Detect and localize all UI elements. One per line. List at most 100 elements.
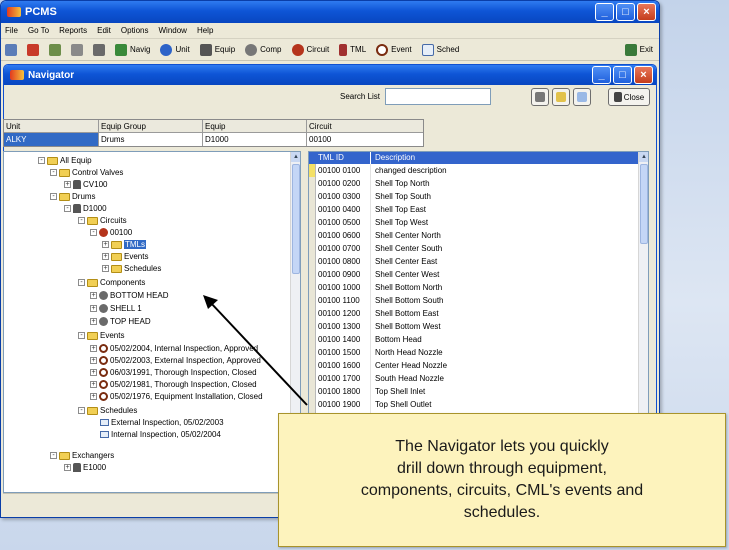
tree-node-event[interactable]: + 05/02/2004, Internal Inspection, Appro… bbox=[90, 343, 258, 354]
scroll-up-icon[interactable]: ▲ bbox=[639, 152, 648, 162]
print-icon[interactable] bbox=[71, 43, 83, 56]
tree-node-exchangers[interactable]: - Exchangers bbox=[50, 450, 114, 461]
cml-row[interactable]: 00100 1400 Bottom Head bbox=[309, 333, 648, 346]
collapse-toggle[interactable]: - bbox=[64, 205, 71, 212]
menu-window[interactable]: Window bbox=[158, 26, 186, 35]
cml-row[interactable]: 00100 0700 Shell Center South bbox=[309, 242, 648, 255]
cml-row[interactable]: 00100 1300 Shell Bottom West bbox=[309, 320, 648, 333]
cml-row[interactable]: 00100 0800 Shell Center East bbox=[309, 255, 648, 268]
tree-node-components[interactable]: - Components bbox=[78, 277, 145, 288]
collapse-toggle[interactable]: - bbox=[90, 229, 97, 236]
cml-row[interactable]: 00100 1700 South Head Nozzle bbox=[309, 372, 648, 385]
tree-node-event[interactable]: + 05/02/2003, External Inspection, Appro… bbox=[90, 355, 261, 366]
print-list-button[interactable] bbox=[531, 88, 549, 106]
delete-icon[interactable] bbox=[27, 43, 39, 56]
menu-reports[interactable]: Reports bbox=[59, 26, 87, 35]
tree-node-event[interactable]: + 05/02/1981, Thorough Inspection, Close… bbox=[90, 379, 257, 390]
close-navigator-button[interactable]: Close bbox=[608, 88, 650, 106]
tree-node-schedules[interactable]: + Schedules bbox=[102, 263, 161, 274]
navigator-minimize-button[interactable]: _ bbox=[592, 66, 611, 84]
toolbar-unit-button[interactable]: Unit bbox=[160, 43, 190, 56]
menu-file[interactable]: File bbox=[5, 26, 18, 35]
cml-row[interactable]: 00100 1800 Top Shell Inlet bbox=[309, 385, 648, 398]
collapse-toggle[interactable]: - bbox=[78, 407, 85, 414]
cml-row[interactable]: 00100 0300 Shell Top South bbox=[309, 190, 648, 203]
toolbar-comp-button[interactable]: Comp bbox=[245, 43, 282, 56]
expand-toggle[interactable]: + bbox=[90, 292, 97, 299]
tree-node-schedules-group[interactable]: - Schedules bbox=[78, 405, 137, 416]
expand-toggle[interactable]: + bbox=[64, 464, 71, 471]
cml-row[interactable]: 00100 1100 Shell Bottom South bbox=[309, 294, 648, 307]
collapse-toggle[interactable]: - bbox=[38, 157, 45, 164]
collapse-toggle[interactable]: - bbox=[50, 193, 57, 200]
tree-node-event[interactable]: + 06/03/1991, Thorough Inspection, Close… bbox=[90, 367, 257, 378]
toolbar-sched-button[interactable]: Sched bbox=[421, 43, 459, 56]
minimize-button[interactable]: _ bbox=[595, 3, 614, 21]
toolbar-tml-button[interactable]: TML bbox=[339, 43, 366, 56]
expand-toggle[interactable]: + bbox=[102, 241, 109, 248]
cml-row[interactable]: 00100 0600 Shell Center North bbox=[309, 229, 648, 242]
cml-row[interactable]: 00100 0900 Shell Center West bbox=[309, 268, 648, 281]
scroll-thumb[interactable] bbox=[292, 164, 300, 274]
toolbar-exit-button[interactable]: Exit bbox=[624, 43, 653, 56]
tree-node-top-head[interactable]: + TOP HEAD bbox=[90, 316, 151, 327]
tree-node-circuit-00100[interactable]: - 00100 bbox=[90, 227, 132, 238]
expand-toggle[interactable]: + bbox=[90, 318, 97, 325]
cml-row[interactable]: 00100 1000 Shell Bottom North bbox=[309, 281, 648, 294]
tree-node-shell1[interactable]: + SHELL 1 bbox=[90, 303, 142, 314]
tree-node-circuits[interactable]: - Circuits bbox=[78, 215, 127, 226]
grid-cell-equip-group[interactable]: Drums bbox=[99, 133, 203, 146]
expand-toggle[interactable]: + bbox=[90, 393, 97, 400]
save-icon[interactable] bbox=[93, 43, 105, 56]
cml-row[interactable]: 00100 1600 Center Head Nozzle bbox=[309, 359, 648, 372]
cml-row[interactable]: 00100 0100 changed description bbox=[309, 164, 648, 177]
cml-col-tml-id[interactable]: TML ID bbox=[309, 152, 371, 164]
toolbar-circuit-button[interactable]: Circuit bbox=[291, 43, 329, 56]
expand-toggle[interactable]: + bbox=[90, 345, 97, 352]
refresh-button[interactable] bbox=[573, 88, 591, 106]
expand-toggle[interactable]: + bbox=[90, 369, 97, 376]
menu-help[interactable]: Help bbox=[197, 26, 213, 35]
expand-toggle[interactable]: + bbox=[102, 253, 109, 260]
collapse-toggle[interactable]: - bbox=[50, 452, 57, 459]
tree-node-events-group[interactable]: - Events bbox=[78, 330, 124, 341]
toolbar-equip-button[interactable]: Equip bbox=[199, 43, 235, 56]
toolbar-event-button[interactable]: Event bbox=[376, 43, 412, 56]
tree-node-events[interactable]: + Events bbox=[102, 251, 148, 262]
tree-node-d1000[interactable]: - D1000 bbox=[64, 203, 107, 214]
grid-cell-unit[interactable]: ALKY bbox=[4, 133, 99, 146]
menu-goto[interactable]: Go To bbox=[28, 26, 49, 35]
expand-toggle[interactable]: + bbox=[90, 305, 97, 312]
collapse-toggle[interactable]: - bbox=[50, 169, 57, 176]
menu-options[interactable]: Options bbox=[121, 26, 149, 35]
cml-row[interactable]: 00100 1500 North Head Nozzle bbox=[309, 346, 648, 359]
cml-row[interactable]: 00100 0400 Shell Top East bbox=[309, 203, 648, 216]
expand-toggle[interactable]: + bbox=[64, 181, 71, 188]
copy-icon[interactable] bbox=[49, 43, 61, 56]
cml-row[interactable]: 00100 0200 Shell Top North bbox=[309, 177, 648, 190]
cml-row[interactable]: 00100 0500 Shell Top West bbox=[309, 216, 648, 229]
tree-node-cv100[interactable]: + CV100 bbox=[64, 179, 107, 190]
tree-node-tmls[interactable]: + TMLs bbox=[102, 239, 146, 250]
scroll-up-icon[interactable]: ▲ bbox=[291, 152, 300, 162]
scroll-thumb[interactable] bbox=[640, 164, 648, 244]
tree-node-all-equip[interactable]: - All Equip bbox=[38, 155, 92, 166]
cml-col-description[interactable]: Description bbox=[371, 152, 648, 164]
expand-toggle[interactable]: + bbox=[90, 381, 97, 388]
expand-toggle[interactable]: + bbox=[90, 357, 97, 364]
edit-icon[interactable] bbox=[5, 43, 17, 56]
close-app-button[interactable]: × bbox=[637, 3, 656, 21]
find-button[interactable] bbox=[552, 88, 570, 106]
tree-node-control-valves[interactable]: - Control Valves bbox=[50, 167, 123, 178]
navigator-maximize-button[interactable]: □ bbox=[613, 66, 632, 84]
grid-cell-equip[interactable]: D1000 bbox=[203, 133, 307, 146]
tree-node-e1000[interactable]: + E1000 bbox=[64, 462, 106, 473]
tree-node-drums[interactable]: - Drums bbox=[50, 191, 96, 202]
tree-node-bottom-head[interactable]: + BOTTOM HEAD bbox=[90, 290, 169, 301]
collapse-toggle[interactable]: - bbox=[78, 279, 85, 286]
cml-row[interactable]: 00100 1200 Shell Bottom East bbox=[309, 307, 648, 320]
tree-node-schedule[interactable]: External Inspection, 05/02/2003 bbox=[100, 417, 224, 428]
grid-cell-circuit[interactable]: 00100 bbox=[307, 133, 423, 146]
tree-node-event[interactable]: + 05/02/1976, Equipment Installation, Cl… bbox=[90, 391, 263, 402]
cml-row[interactable]: 00100 1900 Top Shell Outlet bbox=[309, 398, 648, 411]
